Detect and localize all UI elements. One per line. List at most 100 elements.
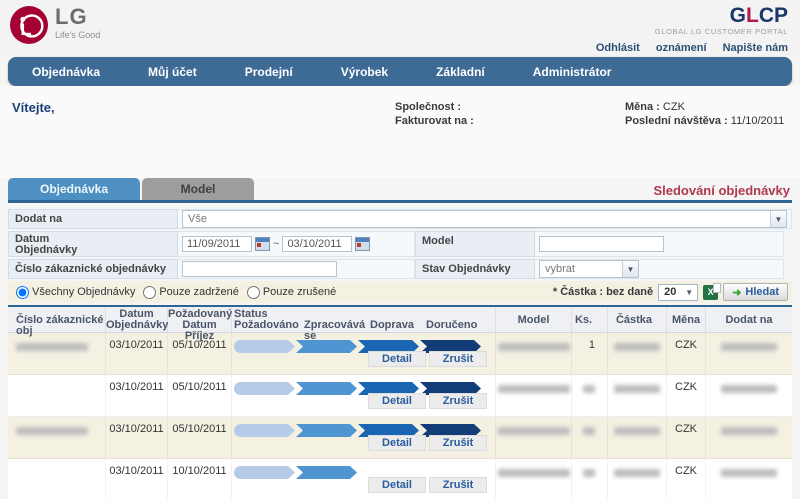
redacted-qty — [583, 427, 595, 435]
model-cell — [496, 333, 572, 374]
progress-step-processing — [296, 424, 357, 437]
amount-cell — [608, 375, 667, 416]
model-cell — [496, 375, 572, 416]
progress-step-processing — [296, 466, 357, 479]
status-cell: Detail Zrušit — [232, 375, 496, 416]
qty-cell — [572, 375, 608, 416]
detail-button[interactable]: Detail — [368, 393, 426, 409]
nav-item-my-account[interactable]: Můj účet — [124, 65, 221, 79]
progress-step-processing — [296, 382, 357, 395]
redacted-ship-to — [721, 469, 777, 477]
ship-to-cell — [706, 333, 792, 374]
requested-date-cell: 10/10/2011 — [168, 459, 232, 499]
amount-cell — [608, 417, 667, 458]
redacted-model — [498, 343, 570, 351]
calendar-icon[interactable] — [355, 237, 370, 251]
po-number-input[interactable] — [182, 261, 337, 277]
cancel-button[interactable]: Zrušit — [429, 435, 487, 451]
header-requested-date: PožadovanýDatum Příjez — [168, 307, 232, 332]
radio-held-only-label[interactable]: Pouze zadržené — [159, 286, 239, 298]
page-title: Sledování objednávky — [653, 183, 790, 198]
redacted-model — [498, 385, 570, 393]
page-size-select[interactable]: 20 ▼ — [658, 284, 698, 301]
go-arrow-icon: ➜ — [732, 286, 741, 299]
currency-cell: CZK — [667, 375, 706, 416]
glcp-letters-cp: CP — [759, 4, 788, 27]
order-date-cell: 03/10/2011 — [106, 375, 168, 416]
radio-all-orders[interactable] — [16, 286, 29, 299]
chevron-down-icon: ▼ — [622, 261, 638, 277]
detail-button[interactable]: Detail — [368, 435, 426, 451]
nav-item-product[interactable]: Výrobek — [317, 65, 412, 79]
billto-label: Fakturovat na : — [395, 115, 474, 127]
lg-tagline: Life's Good — [55, 30, 100, 40]
nav-item-basic[interactable]: Základní — [412, 65, 509, 79]
top-links: Odhlásit oznámení Napište nám — [596, 42, 788, 54]
lastvisit-label: Poslední návštěva : — [625, 115, 728, 127]
cancel-button[interactable]: Zrušit — [429, 393, 487, 409]
header-ship-to: Dodat na — [706, 307, 792, 332]
nav-item-administrator[interactable]: Administrátor — [509, 65, 636, 79]
radio-all-orders-label[interactable]: Všechny Objednávky — [32, 286, 135, 298]
amount-excl-tax-note: * Částka : bez daně — [553, 286, 653, 298]
redacted-model — [498, 427, 570, 435]
date-from-input[interactable] — [182, 236, 252, 252]
glcp-logo: GLCP — [596, 6, 788, 26]
redacted-order-number — [16, 343, 88, 351]
redacted-order-number — [16, 427, 88, 435]
cancel-button[interactable]: Zrušit — [429, 477, 487, 493]
ship-to-cell — [706, 417, 792, 458]
radio-cancelled-only-label[interactable]: Pouze zrušené — [263, 286, 336, 298]
lg-wordmark: LG — [55, 6, 100, 28]
table-header-row: Číslo zákaznické obj DatumObjednávky Pož… — [8, 307, 792, 333]
redacted-ship-to — [721, 385, 777, 393]
tab-order[interactable]: Objednávka — [8, 178, 140, 200]
order-status-label: Stav Objednávky — [415, 259, 535, 279]
date-to-input[interactable] — [282, 236, 352, 252]
contact-link[interactable]: Napište nám — [723, 42, 788, 54]
redacted-amount — [614, 343, 660, 351]
amount-cell — [608, 333, 667, 374]
greeting: Vítejte, — [12, 100, 55, 115]
nav-item-order[interactable]: Objednávka — [8, 65, 124, 79]
search-button[interactable]: ➜ Hledat — [723, 283, 788, 301]
nav-item-sales[interactable]: Prodejní — [221, 65, 317, 79]
order-status-select[interactable]: vybrat ▼ — [539, 260, 639, 278]
ship-to-cell — [706, 459, 792, 499]
header-model: Model — [496, 307, 572, 332]
table-row: 03/10/2011 05/10/2011 Detail Zrušit CZK — [8, 375, 792, 417]
header-status: Status Požadováno Zpracovává se Doprava … — [232, 307, 496, 332]
status-cell: Detail Zrušit — [232, 333, 496, 374]
cancel-button[interactable]: Zrušit — [429, 351, 487, 367]
glcp-letter-g: G — [730, 4, 746, 27]
order-number-cell — [8, 459, 106, 499]
detail-button[interactable]: Detail — [368, 351, 426, 367]
qty-cell — [572, 459, 608, 499]
tab-model[interactable]: Model — [142, 178, 254, 200]
notices-link[interactable]: oznámení — [656, 42, 707, 54]
detail-button[interactable]: Detail — [368, 477, 426, 493]
welcome-section: Vítejte, Společnost : Fakturovat na : Mě… — [0, 86, 800, 178]
ship-to-select[interactable]: Vše ▼ — [182, 210, 787, 228]
header-order-number: Číslo zákaznické obj — [8, 307, 106, 332]
tab-bar: Objednávka Model Sledování objednávky — [8, 178, 792, 200]
search-button-label: Hledat — [745, 286, 779, 298]
progress-step-requested — [234, 340, 295, 353]
logout-link[interactable]: Odhlásit — [596, 42, 640, 54]
ship-to-cell — [706, 375, 792, 416]
status-cell: Detail Zrušit — [232, 417, 496, 458]
company-info: Společnost : Fakturovat na : — [395, 100, 474, 128]
excel-export-icon[interactable]: X — [703, 285, 718, 300]
calendar-icon[interactable] — [255, 237, 270, 251]
lg-logo: LG Life's Good — [10, 6, 100, 57]
ship-to-label: Dodat na — [8, 209, 178, 229]
redacted-qty — [583, 385, 595, 393]
requested-date-cell: 05/10/2011 — [168, 417, 232, 458]
table-row: 03/10/2011 05/10/2011 Detail Zrušit 1 CZ… — [8, 333, 792, 375]
model-label: Model — [415, 231, 535, 257]
qty-cell: 1 — [572, 333, 608, 374]
model-input[interactable] — [539, 236, 664, 252]
lg-symbol-icon — [10, 6, 48, 44]
radio-cancelled-only[interactable] — [247, 286, 260, 299]
radio-held-only[interactable] — [143, 286, 156, 299]
